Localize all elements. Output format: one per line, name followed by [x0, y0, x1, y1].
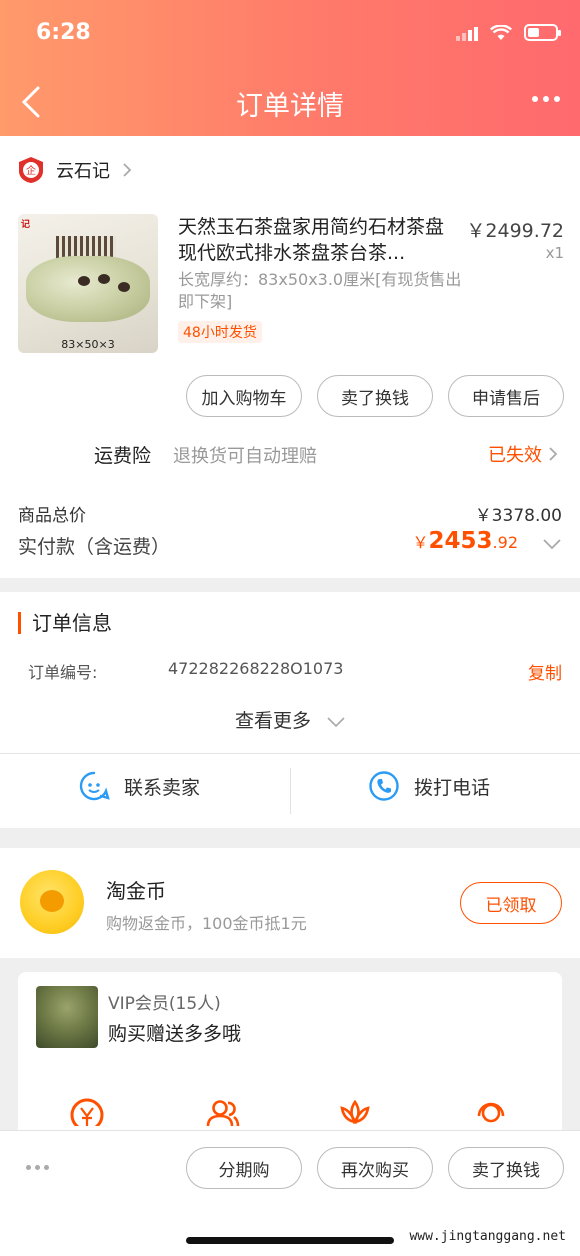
phone-icon	[369, 771, 399, 801]
goods-total-label: 商品总价	[18, 506, 86, 526]
product-image[interactable]: 记 83×50×3	[18, 214, 158, 353]
coins-claimed-button[interactable]: 已领取	[460, 882, 562, 924]
image-detail	[26, 256, 150, 322]
wifi-icon	[490, 24, 512, 40]
paid-currency: ￥	[412, 533, 429, 552]
header: 6:28 订单详情	[0, 0, 580, 136]
coin-yen-icon[interactable]	[68, 1096, 106, 1126]
paid-integer: 2453	[428, 528, 493, 554]
paid-amount: ￥2453.92	[413, 528, 518, 554]
sell-exchange-bottom-button[interactable]: 卖了换钱	[448, 1147, 564, 1189]
page-title: 订单详情	[236, 91, 344, 122]
shipping-tag: 48小时发货	[178, 321, 262, 343]
shop-badge-icon: 企	[19, 157, 43, 183]
image-detail	[98, 274, 110, 284]
more-icon[interactable]	[532, 96, 560, 102]
call-phone-label: 拨打电话	[414, 776, 491, 799]
contact-seller-label: 联系卖家	[124, 776, 201, 799]
image-detail	[118, 282, 130, 292]
lotus-icon[interactable]	[336, 1096, 374, 1126]
coins-card: 淘金币 购物返金币，100金币抵1元 已领取	[0, 848, 580, 958]
bottom-action-bar: 分期购 再次购买 卖了换钱 www.jingtanggang.net	[0, 1130, 580, 1256]
goods-total-value: ￥3378.00	[474, 506, 562, 526]
battery-icon	[524, 24, 561, 41]
service-icon[interactable]	[472, 1096, 510, 1126]
sell-exchange-button[interactable]: 卖了换钱	[317, 375, 433, 417]
view-more-label: 查看更多	[234, 710, 311, 732]
image-caption: 83×50×3	[61, 338, 115, 351]
installment-button[interactable]: 分期购	[186, 1147, 302, 1189]
status-time: 6:28	[36, 20, 91, 45]
buy-again-button[interactable]: 再次购买	[317, 1147, 433, 1189]
signal-icon	[456, 25, 478, 41]
shop-name[interactable]: 云石记	[56, 157, 110, 183]
more-icon[interactable]	[26, 1165, 49, 1170]
watermark: www.jingtanggang.net	[409, 1229, 566, 1244]
divider	[0, 753, 580, 754]
product-spec: 长宽厚约：83x50x3.0厘米[有现货售出即下架]	[178, 270, 462, 311]
order-number-value: 472282268228O1073	[168, 659, 344, 678]
order-info-card: 订单信息 订单编号: 472282268228O1073 复制 查看更多 联系卖…	[0, 592, 580, 828]
home-indicator[interactable]	[186, 1237, 394, 1244]
svg-text:企: 企	[26, 164, 36, 177]
vip-desc: 购买赠送多多哦	[108, 1023, 242, 1045]
product-title[interactable]: 天然玉石茶盘家用简约石材茶盘现代欧式排水茶盘茶台茶...	[178, 214, 448, 266]
order-number-label: 订单编号:	[28, 663, 98, 682]
chevron-right-icon	[123, 163, 132, 177]
chat-icon	[79, 771, 110, 801]
contact-seller-button[interactable]: 联系卖家	[78, 770, 200, 802]
order-info-title: 订单信息	[18, 612, 112, 634]
insurance-label: 运费险	[94, 445, 152, 467]
add-to-cart-button[interactable]: 加入购物车	[186, 375, 302, 417]
paid-decimal: .92	[492, 533, 518, 552]
insurance-desc: 退换货可自动理赔	[173, 446, 317, 467]
copy-button[interactable]: 复制	[528, 659, 562, 684]
order-card: 企 云石记 记 83×50×3 天然玉石茶盘家用简约石材茶盘现代欧式排水茶盘茶台…	[0, 136, 580, 578]
paid-label: 实付款（含运费）	[18, 536, 171, 558]
image-detail	[78, 276, 90, 286]
shop-row[interactable]: 企 云石记	[18, 156, 132, 184]
status-icons	[456, 24, 561, 41]
chevron-down-icon	[327, 716, 345, 727]
coins-title: 淘金币	[106, 879, 166, 903]
coin-icon	[20, 870, 84, 934]
vip-avatar	[36, 986, 98, 1048]
after-sale-button[interactable]: 申请售后	[448, 375, 564, 417]
view-more-button[interactable]: 查看更多	[0, 706, 580, 733]
insurance-status[interactable]: 已失效	[488, 441, 542, 467]
divider	[290, 768, 291, 814]
product-quantity: x1	[545, 244, 564, 262]
chevron-right-icon[interactable]	[548, 446, 558, 462]
vip-card: VIP会员(15人) 购买赠送多多哦	[18, 972, 562, 1142]
coins-desc: 购物返金币，100金币抵1元	[106, 914, 307, 933]
members-icon[interactable]	[204, 1096, 242, 1126]
chevron-down-icon[interactable]	[542, 538, 562, 550]
vip-title: VIP会员(15人)	[108, 994, 221, 1014]
image-watermark: 记	[21, 220, 31, 230]
call-phone-button[interactable]: 拨打电话	[368, 770, 490, 802]
product-price: ￥2499.72	[466, 220, 564, 242]
